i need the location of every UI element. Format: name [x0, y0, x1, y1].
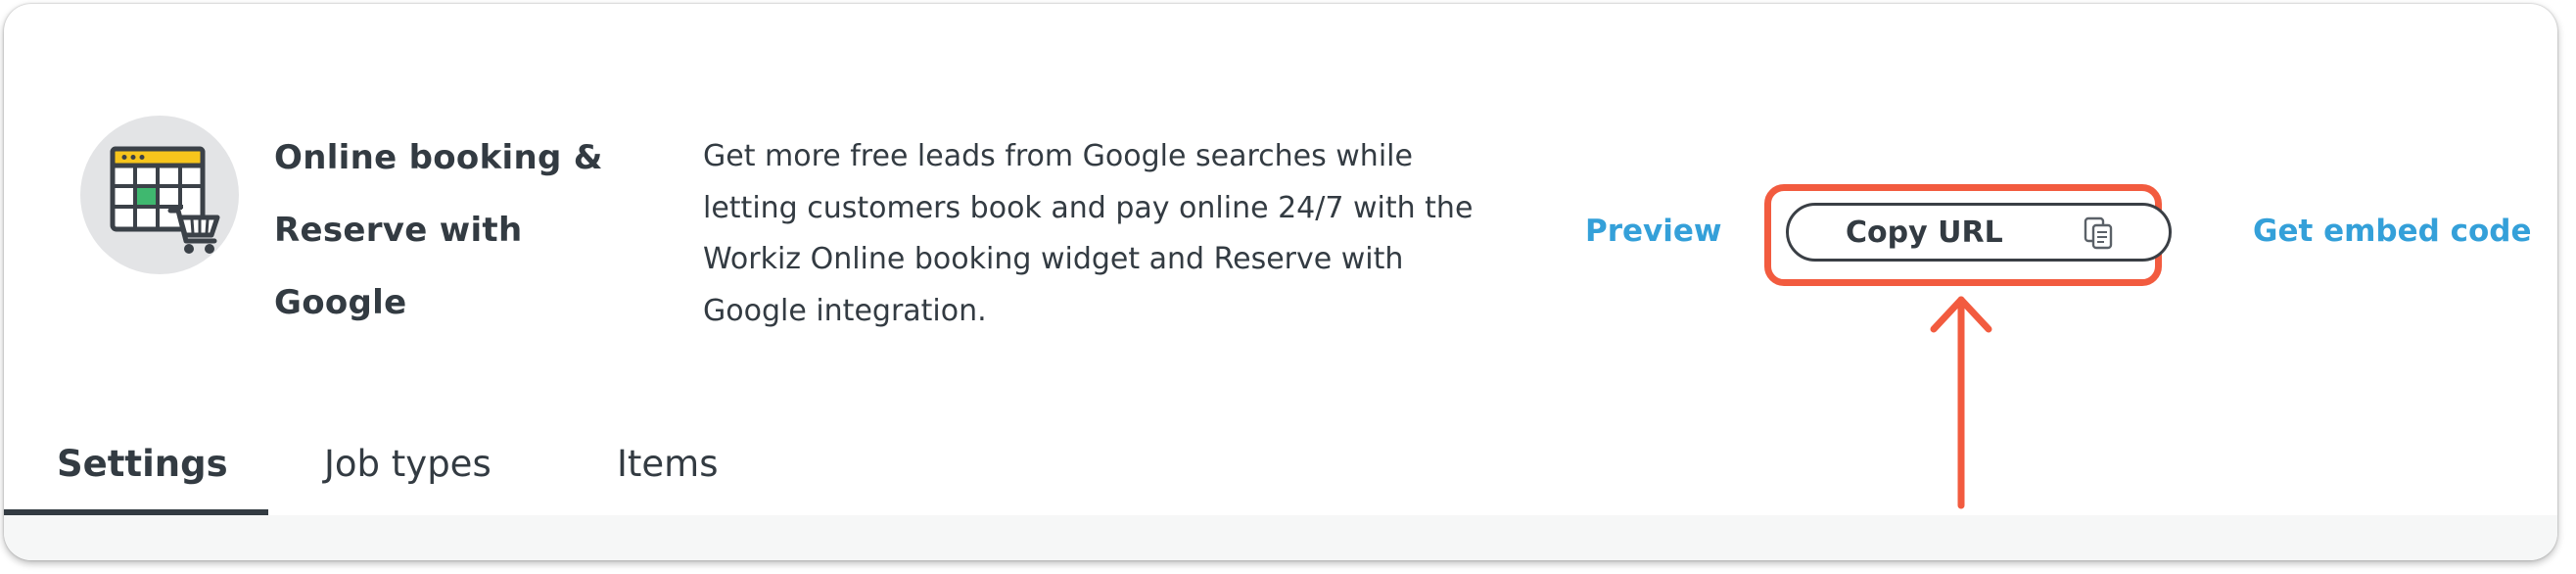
- arrow-up-annotation: [1930, 296, 1992, 509]
- tab-settings[interactable]: Settings: [57, 443, 228, 485]
- integration-title-line2: Reserve with Google: [274, 211, 523, 322]
- tab-content-area: [4, 515, 2557, 560]
- calendar-cart-icon: [110, 146, 220, 254]
- integration-logo: [80, 116, 239, 274]
- integration-card: Online booking & Reserve with Google Get…: [4, 4, 2557, 560]
- tab-items[interactable]: Items: [617, 443, 719, 485]
- preview-link[interactable]: Preview: [1585, 214, 1722, 249]
- copy-url-label: Copy URL: [1846, 215, 2003, 250]
- get-embed-code-link[interactable]: Get embed code: [2253, 214, 2532, 249]
- copy-url-button[interactable]: Copy URL: [1786, 203, 2172, 262]
- tab-job-types[interactable]: Job types: [324, 443, 492, 485]
- copy-icon: [2084, 216, 2113, 250]
- integration-description: Get more free leads from Google searches…: [703, 139, 1474, 328]
- integration-title-line1: Online booking &: [274, 138, 603, 177]
- integration-title: Online booking & Reserve with Google: [274, 121, 666, 339]
